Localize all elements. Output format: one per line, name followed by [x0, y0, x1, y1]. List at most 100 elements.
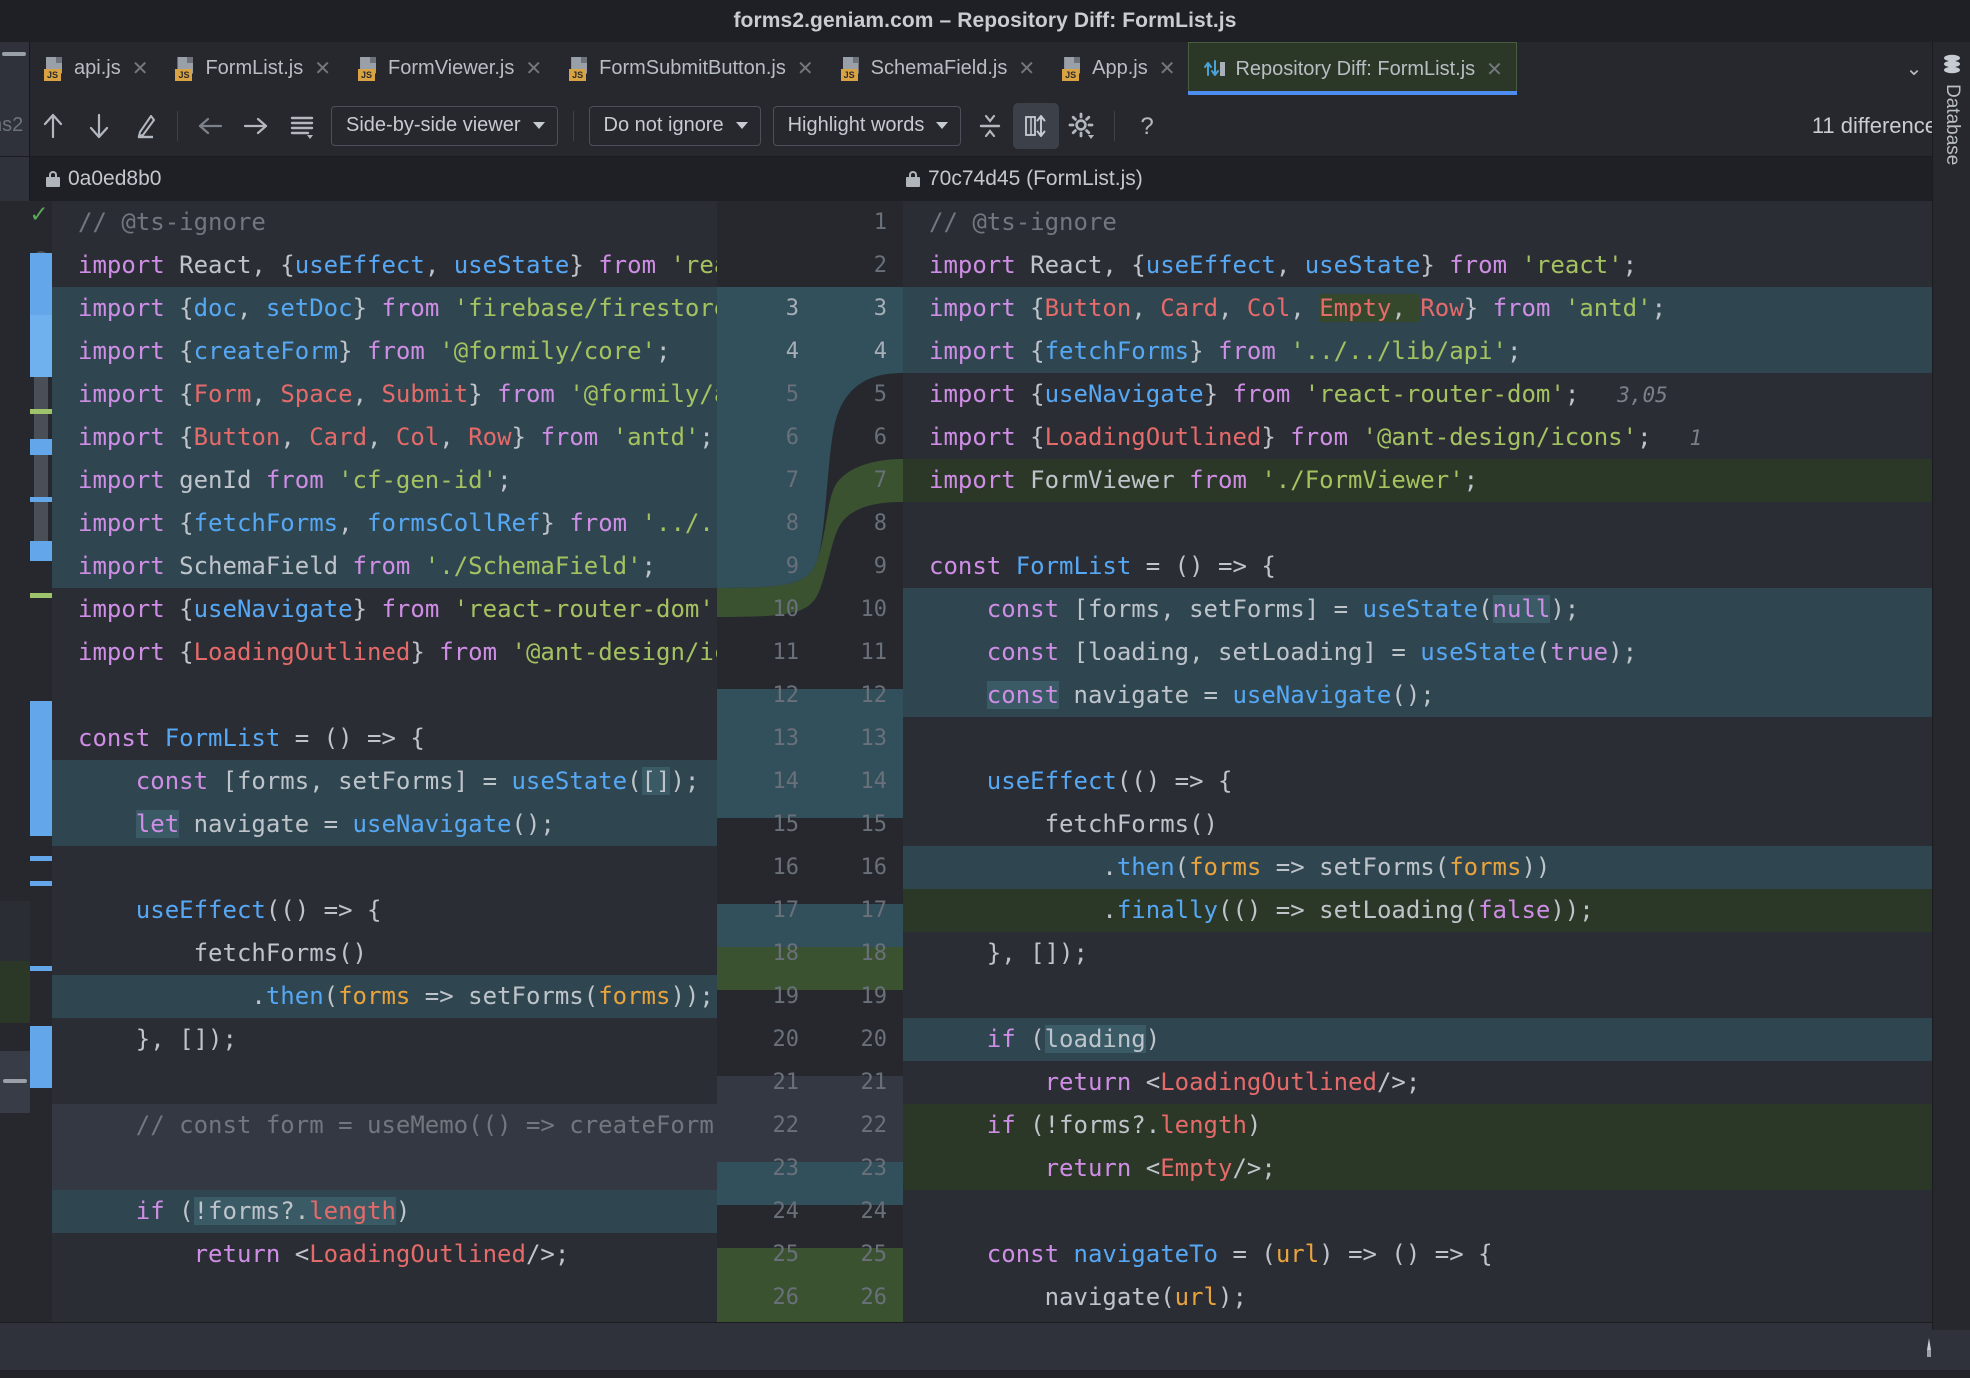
code-line[interactable]: const FormList = () => { [903, 545, 1944, 588]
code-line[interactable]: import {LoadingOutlined} from '@ant-desi… [903, 416, 1944, 459]
highlight-mode-dropdown[interactable]: Highlight words [773, 106, 962, 146]
code-token: setDoc [266, 294, 353, 322]
left-change-markers[interactable]: ✓ [30, 201, 52, 1370]
code-token: from [1493, 294, 1565, 322]
code-line[interactable]: import {LoadingOutlined} from '@ant-desi… [52, 631, 717, 674]
close-icon[interactable]: ✕ [132, 56, 149, 81]
code-line[interactable] [52, 674, 717, 717]
editor-tab[interactable]: JSApp.js✕ [1048, 42, 1188, 95]
ignore-mode-dropdown[interactable]: Do not ignore [589, 106, 761, 146]
left-edge-strip [0, 201, 30, 1370]
chevron-down-icon[interactable]: ⌄ [1894, 56, 1934, 81]
database-tool-tab[interactable]: Database [1933, 54, 1970, 165]
code-line[interactable]: if (!forms?.length) [903, 1104, 1944, 1147]
code-line[interactable] [903, 502, 1944, 545]
code-line[interactable]: navigate(url); [903, 1276, 1944, 1319]
code-line[interactable]: .then(forms => setForms(forms)) [903, 846, 1944, 889]
code-line[interactable]: useEffect(() => { [52, 889, 717, 932]
tool-window-stub[interactable] [0, 42, 30, 95]
code-line[interactable]: return <LoadingOutlined/>; [52, 1233, 717, 1276]
editor-tab[interactable]: JSSchemaField.js✕ [827, 42, 1048, 95]
pencil-icon[interactable] [122, 103, 168, 149]
editor-tab[interactable]: JSFormList.js✕ [161, 42, 344, 95]
left-revision-header[interactable]: 0a0ed8b0 [30, 157, 890, 201]
brush-icon[interactable] [1920, 1337, 1938, 1359]
code-line[interactable] [903, 975, 1944, 1018]
code-line[interactable]: let navigate = useNavigate(); [52, 803, 717, 846]
code-line[interactable]: // const form = useMemo(() => createForm… [52, 1104, 717, 1147]
code-line[interactable]: const navigateTo = (url) => () => { [903, 1233, 1944, 1276]
code-line[interactable]: // @ts-ignore [903, 201, 1944, 244]
code-line[interactable] [52, 1061, 717, 1104]
code-line[interactable]: import React, {useEffect, useState} from… [903, 244, 1944, 287]
code-line[interactable]: }, []); [52, 1018, 717, 1061]
close-icon[interactable]: ✕ [797, 56, 814, 81]
code-line[interactable]: const [forms, setForms] = useState(null)… [903, 588, 1944, 631]
code-line[interactable] [52, 1276, 717, 1319]
gear-icon[interactable] [1059, 103, 1105, 149]
code-line[interactable]: import React, {useEffect, useState} from… [52, 244, 717, 287]
code-line[interactable]: fetchForms() [903, 803, 1944, 846]
code-line[interactable]: .then(forms => setForms(forms)); [52, 975, 717, 1018]
code-line[interactable]: import {createForm} from '@formily/core'… [52, 330, 717, 373]
right-revision-header[interactable]: 70c74d45 (FormList.js) [890, 157, 1970, 201]
code-line[interactable]: .finally(() => setLoading(false)); [903, 889, 1944, 932]
code-line[interactable]: // @ts-ignore [52, 201, 717, 244]
code-line[interactable]: if (!forms?.length) [52, 1190, 717, 1233]
viewer-mode-dropdown[interactable]: Side-by-side viewer [331, 106, 558, 146]
code-line[interactable] [52, 846, 717, 889]
left-code-pane[interactable]: // @ts-ignoreimport React, {useEffect, u… [52, 201, 717, 1370]
code-line[interactable]: const [forms, setForms] = useState([]); [52, 760, 717, 803]
code-line[interactable]: const [loading, setLoading] = useState(t… [903, 631, 1944, 674]
code-line[interactable]: useEffect(() => { [903, 760, 1944, 803]
code-token: ( [1030, 1025, 1044, 1053]
code-line[interactable]: import {useNavigate} from 'react-router-… [52, 588, 717, 631]
inspection-ok-icon[interactable]: ✓ [31, 199, 47, 229]
arrow-down-icon[interactable] [76, 103, 122, 149]
line-number: 18 [739, 932, 799, 975]
code-line[interactable]: import {doc, setDoc} from 'firebase/fire… [52, 287, 717, 330]
right-tool-strip: Database [1932, 42, 1970, 1330]
code-line[interactable]: import {Form, Space, Submit} from '@form… [52, 373, 717, 416]
arrow-left-icon[interactable] [187, 103, 233, 149]
code-token: , [353, 380, 382, 408]
code-line[interactable]: import {Button, Card, Col, Empty, Row} f… [903, 287, 1944, 330]
code-token: const [987, 638, 1074, 666]
editor-tab[interactable]: JSapi.js✕ [30, 42, 161, 95]
code-line[interactable]: const navigate = useNavigate(); [903, 674, 1944, 717]
close-icon[interactable]: ✕ [1486, 57, 1503, 82]
code-line[interactable]: }, []); [903, 932, 1944, 975]
code-line[interactable] [903, 717, 1944, 760]
code-line[interactable]: import {fetchForms, formsCollRef} from '… [52, 502, 717, 545]
code-line[interactable]: import FormViewer from './FormViewer'; [903, 459, 1944, 502]
editor-tab[interactable]: JSFormViewer.js✕ [344, 42, 555, 95]
selected-stub[interactable] [0, 1051, 30, 1113]
code-token: '../../lib/api' [1290, 337, 1507, 365]
code-line[interactable]: import genId from 'cf-gen-id'; [52, 459, 717, 502]
code-line[interactable]: fetchForms() [52, 932, 717, 975]
synchronize-scroll-icon[interactable] [1013, 103, 1059, 149]
code-line[interactable]: const FormList = () => { [52, 717, 717, 760]
code-line[interactable]: import {Button, Card, Col, Row} from 'an… [52, 416, 717, 459]
collapse-unchanged-icon[interactable] [967, 103, 1013, 149]
help-icon[interactable]: ? [1124, 103, 1170, 149]
right-code-pane[interactable]: // @ts-ignoreimport React, {useEffect, u… [903, 201, 1944, 1370]
code-line[interactable]: return <LoadingOutlined/>; [903, 1061, 1944, 1104]
code-line[interactable]: import {fetchForms} from '../../lib/api'… [903, 330, 1944, 373]
arrow-up-icon[interactable] [30, 103, 76, 149]
close-icon[interactable]: ✕ [525, 56, 542, 81]
code-line[interactable]: import {useNavigate} from 'react-router-… [903, 373, 1944, 416]
arrow-right-icon[interactable] [233, 103, 279, 149]
lines-icon[interactable] [279, 103, 325, 149]
code-line[interactable]: import SchemaField from './SchemaField'; [52, 545, 717, 588]
code-line[interactable]: return <Empty/>; [903, 1147, 1944, 1190]
close-icon[interactable]: ✕ [1159, 56, 1176, 81]
close-icon[interactable]: ✕ [1018, 56, 1035, 81]
editor-tab-active[interactable]: Repository Diff: FormList.js✕ [1188, 42, 1516, 95]
code-line[interactable] [52, 1147, 717, 1190]
code-line[interactable]: if (loading) [903, 1018, 1944, 1061]
code-line[interactable] [903, 1190, 1944, 1233]
editor-tab[interactable]: JSFormSubmitButton.js✕ [555, 42, 827, 95]
line-number: 4 [739, 330, 799, 373]
close-icon[interactable]: ✕ [314, 56, 331, 81]
